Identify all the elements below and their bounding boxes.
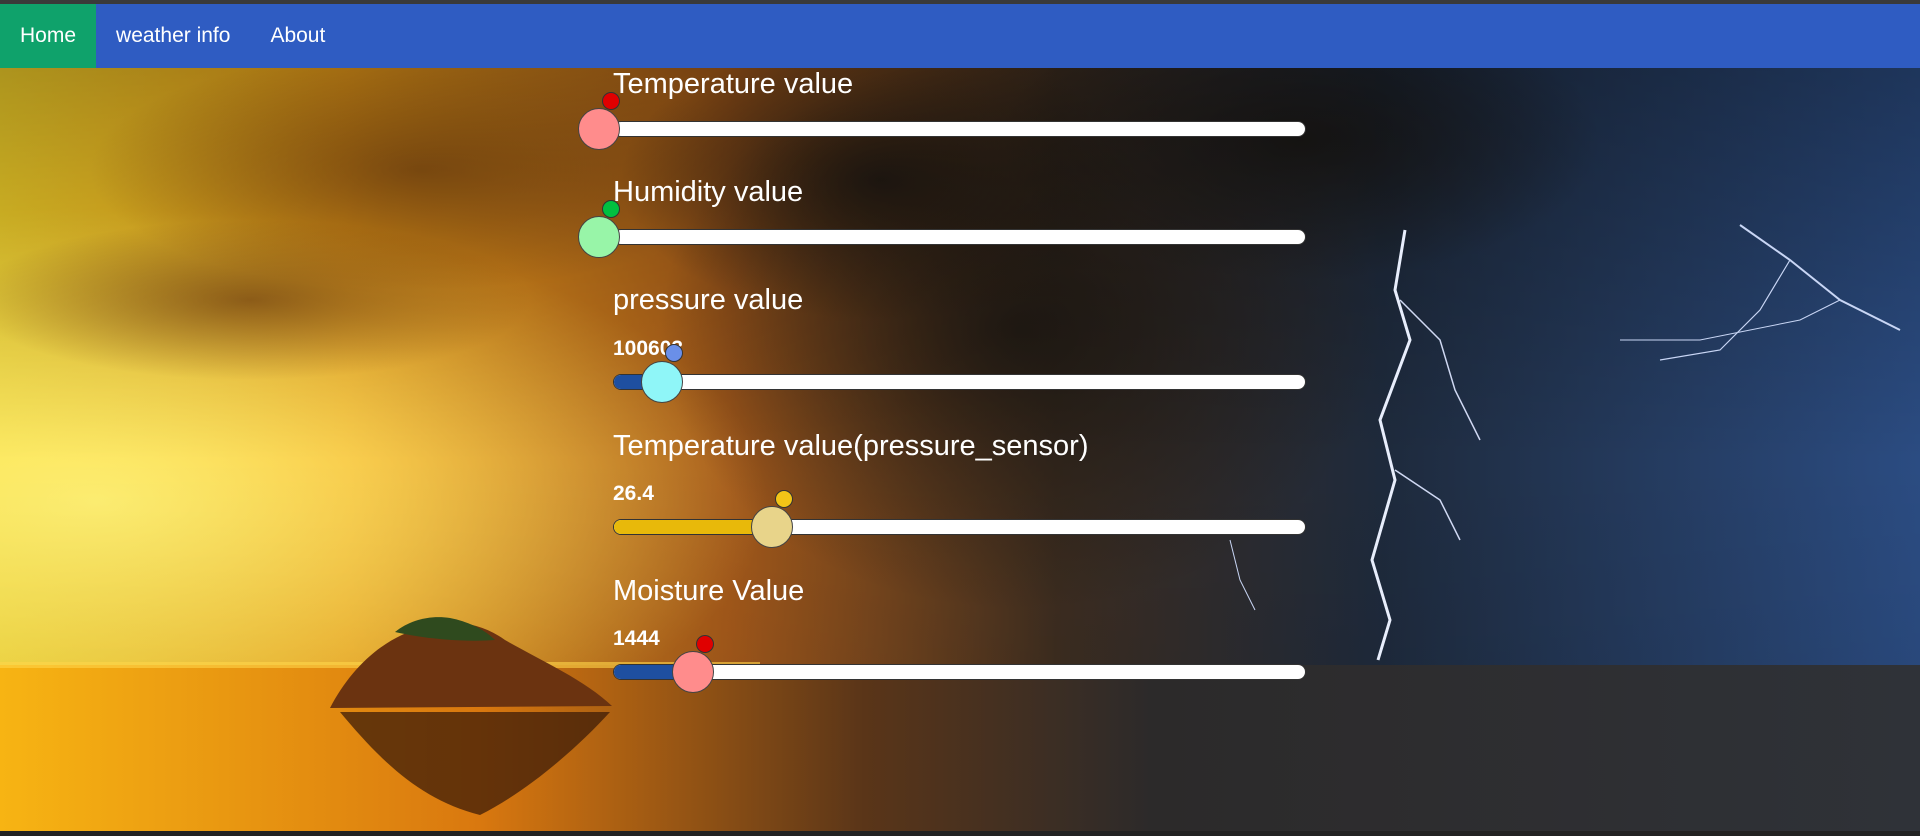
moisture-slider-track[interactable] xyxy=(613,664,1306,680)
nav-weather-info-link[interactable]: weather info xyxy=(96,4,250,68)
temperature-indicator-dot xyxy=(602,92,620,110)
moisture-label: Moisture Value xyxy=(613,575,805,607)
pressure-sensor-temperature-slider-track[interactable] xyxy=(613,519,1306,535)
pressure-slider-thumb[interactable] xyxy=(640,361,683,403)
moisture-slider-thumb[interactable] xyxy=(671,651,714,693)
temperature-label: Temperature value xyxy=(613,68,854,100)
pressure-sensor-temperature-slider-fill xyxy=(614,520,774,534)
pressure-indicator-dot xyxy=(664,344,683,362)
nav-home-link[interactable]: Home xyxy=(0,4,97,68)
moisture-indicator-dot xyxy=(695,635,714,653)
pressure-sensor-temperature-label: Temperature value(pressure_sensor) xyxy=(613,430,1089,462)
temperature-slider-track[interactable] xyxy=(613,121,1306,137)
bottom-border xyxy=(0,831,1920,836)
pressure-slider-track[interactable] xyxy=(613,374,1306,390)
sensor-panel: Temperature value Humidity value pressur… xyxy=(0,0,1920,836)
humidity-slider-thumb[interactable] xyxy=(578,216,620,258)
humidity-indicator-dot xyxy=(602,200,620,218)
pressure-sensor-temperature-value: 26.4 xyxy=(613,482,654,505)
humidity-label: Humidity value xyxy=(613,176,804,208)
pressure-label: pressure value xyxy=(613,284,804,316)
humidity-slider-track[interactable] xyxy=(613,229,1306,245)
pressure-sensor-temperature-slider-thumb[interactable] xyxy=(751,506,794,548)
temperature-slider-thumb[interactable] xyxy=(578,108,620,150)
top-border xyxy=(0,0,1920,4)
nav-about-link[interactable]: About xyxy=(250,4,345,68)
moisture-value: 1444 xyxy=(613,627,660,650)
navbar: Home weather info About xyxy=(0,4,1920,68)
pressure-sensor-temperature-indicator-dot xyxy=(775,490,794,508)
